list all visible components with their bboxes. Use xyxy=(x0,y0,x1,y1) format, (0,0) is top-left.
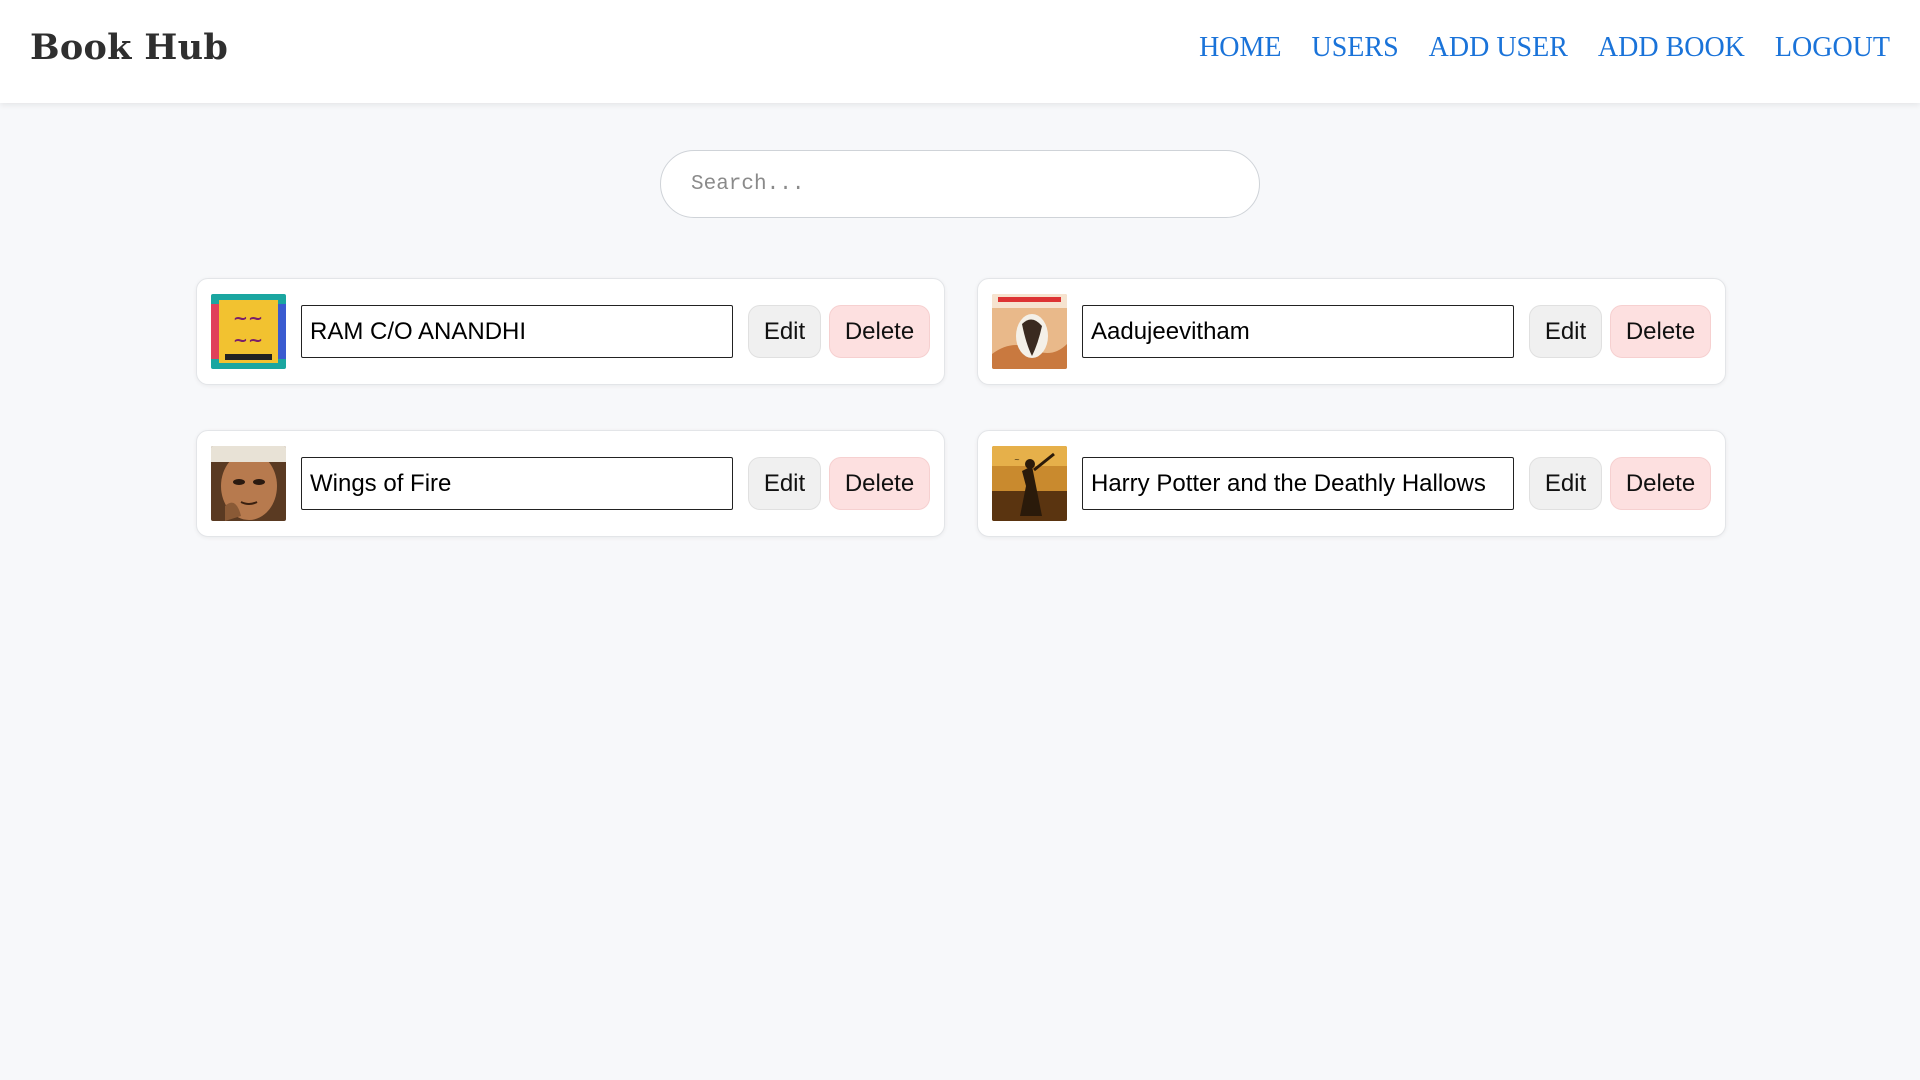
nav-add-book[interactable]: ADD BOOK xyxy=(1598,32,1745,64)
book-title-field[interactable] xyxy=(301,305,733,358)
search-container xyxy=(660,150,1260,218)
book-title-field[interactable] xyxy=(1082,305,1514,358)
edit-button[interactable]: Edit xyxy=(1529,457,1602,510)
nav-users[interactable]: USERS xyxy=(1312,32,1399,64)
delete-button[interactable]: Delete xyxy=(829,457,930,510)
book-cover-image: ~~ ~~ xyxy=(211,294,286,369)
svg-text:~~: ~~ xyxy=(233,308,263,329)
svg-text:~: ~ xyxy=(1014,456,1020,464)
book-title-field[interactable] xyxy=(1082,457,1514,510)
delete-button[interactable]: Delete xyxy=(1610,457,1711,510)
book-card: ~~ ~~ Edit Delete xyxy=(196,278,945,385)
book-card: Edit Delete xyxy=(196,430,945,537)
navbar: Book Hub HOME USERS ADD USER ADD BOOK LO… xyxy=(0,0,1920,103)
nav-home[interactable]: HOME xyxy=(1199,32,1281,64)
nav-add-user[interactable]: ADD USER xyxy=(1429,32,1568,64)
nav-links: HOME USERS ADD USER ADD BOOK LOGOUT xyxy=(1199,32,1890,64)
delete-button[interactable]: Delete xyxy=(1610,305,1711,358)
edit-button[interactable]: Edit xyxy=(1529,305,1602,358)
book-card: Edit Delete xyxy=(977,278,1726,385)
book-list: ~~ ~~ Edit Delete Edit Delete xyxy=(196,278,1726,537)
book-cover-image: ~ xyxy=(992,446,1067,521)
book-cover-image xyxy=(992,294,1067,369)
book-card: ~ Edit Delete xyxy=(977,430,1726,537)
book-title-field[interactable] xyxy=(301,457,733,510)
svg-text:~~: ~~ xyxy=(233,330,263,351)
delete-button[interactable]: Delete xyxy=(829,305,930,358)
book-cover-image xyxy=(211,446,286,521)
search-input[interactable] xyxy=(660,150,1260,218)
brand-logo[interactable]: Book Hub xyxy=(30,27,228,68)
edit-button[interactable]: Edit xyxy=(748,305,821,358)
edit-button[interactable]: Edit xyxy=(748,457,821,510)
nav-logout[interactable]: LOGOUT xyxy=(1775,32,1890,64)
